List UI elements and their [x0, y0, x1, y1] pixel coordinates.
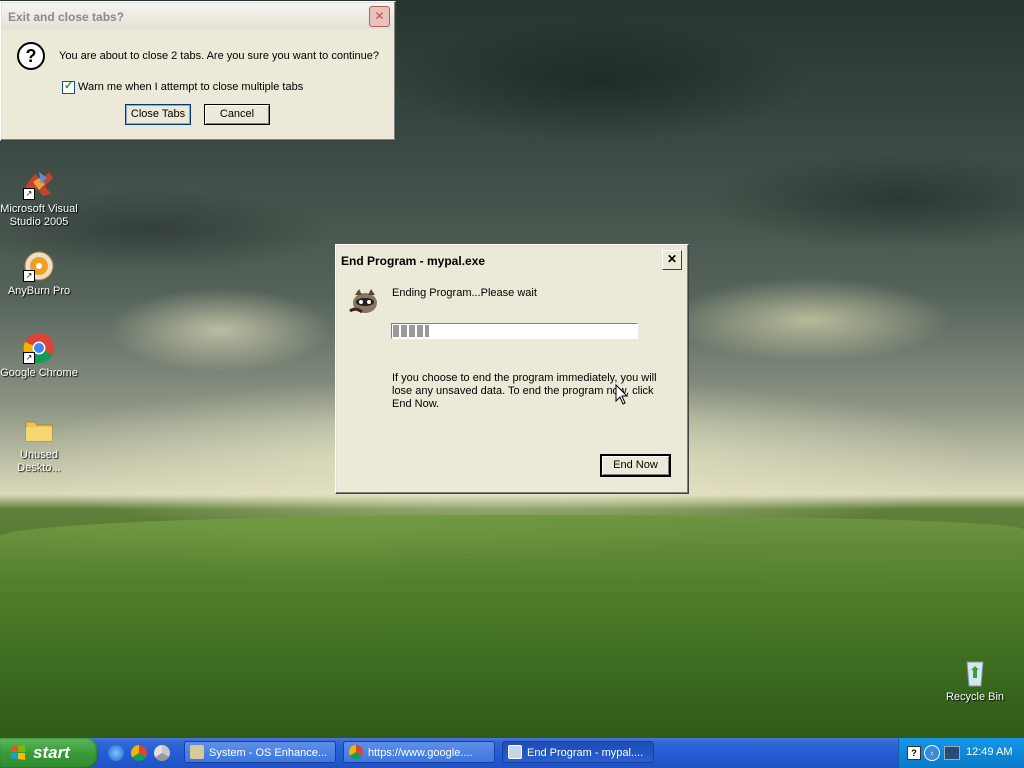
task-button-end-program[interactable]: End Program - mypal....: [502, 741, 654, 763]
desktop-icon-label: Unused Deskto...: [17, 449, 61, 474]
task-button-google[interactable]: https://www.google....: [343, 741, 495, 763]
task-label: https://www.google....: [368, 747, 473, 759]
close-tabs-title: Exit and close tabs?: [8, 10, 125, 24]
task-label: End Program - mypal....: [527, 747, 644, 759]
desktop-icon-label: Microsoft Visual Studio 2005: [0, 203, 78, 228]
end-program-description: If you choose to end the program immedia…: [392, 372, 657, 410]
end-now-button[interactable]: End Now: [601, 455, 670, 476]
desktop-icon-label: Recycle Bin: [945, 691, 1005, 703]
warn-checkbox[interactable]: ✓: [62, 80, 75, 94]
shortcut-arrow-icon: ↗: [23, 270, 35, 282]
system-icon: [190, 745, 204, 759]
system-tray: ? ‹ 12:49 AM: [898, 738, 1024, 768]
progress-bar: [391, 323, 638, 339]
cancel-button[interactable]: Cancel: [204, 104, 270, 125]
warn-checkbox-label[interactable]: Warn me when I attempt to close multiple…: [78, 81, 303, 93]
chevron-left-icon[interactable]: ‹: [924, 745, 940, 761]
checkmark-icon: ✓: [64, 80, 74, 92]
desktop-icon-unused-desktop[interactable]: Unused Deskto...: [0, 414, 78, 475]
question-icon: ?: [17, 42, 45, 70]
close-tabs-titlebar[interactable]: Exit and close tabs? ✕: [2, 3, 394, 29]
network-icon[interactable]: [944, 746, 960, 760]
folder-icon: [23, 414, 55, 446]
task-label: System - OS Enhance...: [209, 747, 327, 759]
chrome-icon: ↗: [23, 332, 55, 364]
progress-fill: [393, 325, 429, 337]
window-icon: [508, 745, 522, 759]
anyburn-icon: ↗: [23, 250, 55, 282]
recycle-bin-icon: [959, 656, 991, 688]
desktop-icon-recycle-bin[interactable]: Recycle Bin: [936, 656, 1014, 704]
shortcut-arrow-icon: ↗: [23, 352, 35, 364]
ie-icon[interactable]: [108, 745, 124, 761]
chrome-icon[interactable]: [131, 745, 147, 761]
start-label: start: [33, 743, 70, 762]
close-tabs-message: You are about to close 2 tabs. Are you s…: [59, 50, 380, 62]
windows-logo-icon: [10, 745, 26, 761]
close-tabs-button[interactable]: Close Tabs: [125, 104, 191, 125]
raccoon-icon: [348, 285, 382, 315]
help-icon[interactable]: ?: [907, 746, 921, 760]
end-program-title: End Program - mypal.exe: [341, 254, 486, 268]
end-program-dialog: End Program - mypal.exe ✕ Ending Program…: [335, 244, 689, 494]
desktop-icon-google-chrome[interactable]: ↗ Google Chrome: [0, 332, 78, 380]
chrome-icon: [349, 745, 363, 759]
close-icon[interactable]: ✕: [662, 250, 682, 270]
end-program-titlebar[interactable]: End Program - mypal.exe ✕: [338, 247, 684, 273]
wallpaper-hill: [0, 515, 1024, 738]
end-program-status: Ending Program...Please wait: [392, 287, 537, 299]
start-button[interactable]: start: [0, 738, 98, 768]
chrome-alt-icon[interactable]: [154, 745, 170, 761]
mouse-cursor-icon: [615, 383, 629, 406]
close-icon[interactable]: ✕: [369, 6, 390, 27]
clock[interactable]: 12:49 AM: [966, 746, 1012, 758]
shortcut-arrow-icon: ↗: [23, 188, 35, 200]
close-tabs-dialog: Exit and close tabs? ✕ ? You are about t…: [0, 1, 396, 141]
desktop-icon-label: AnyBurn Pro: [7, 285, 71, 297]
taskbar: start System - OS Enhance... https://www…: [0, 738, 1024, 768]
task-button-system[interactable]: System - OS Enhance...: [184, 741, 336, 763]
desktop-icon-label: Google Chrome: [0, 367, 78, 379]
desktop-icon-anyburn[interactable]: ↗ AnyBurn Pro: [0, 250, 78, 298]
visual-studio-icon: ↗: [23, 168, 55, 200]
desktop-icon-visual-studio[interactable]: ↗ Microsoft Visual Studio 2005: [0, 168, 78, 229]
